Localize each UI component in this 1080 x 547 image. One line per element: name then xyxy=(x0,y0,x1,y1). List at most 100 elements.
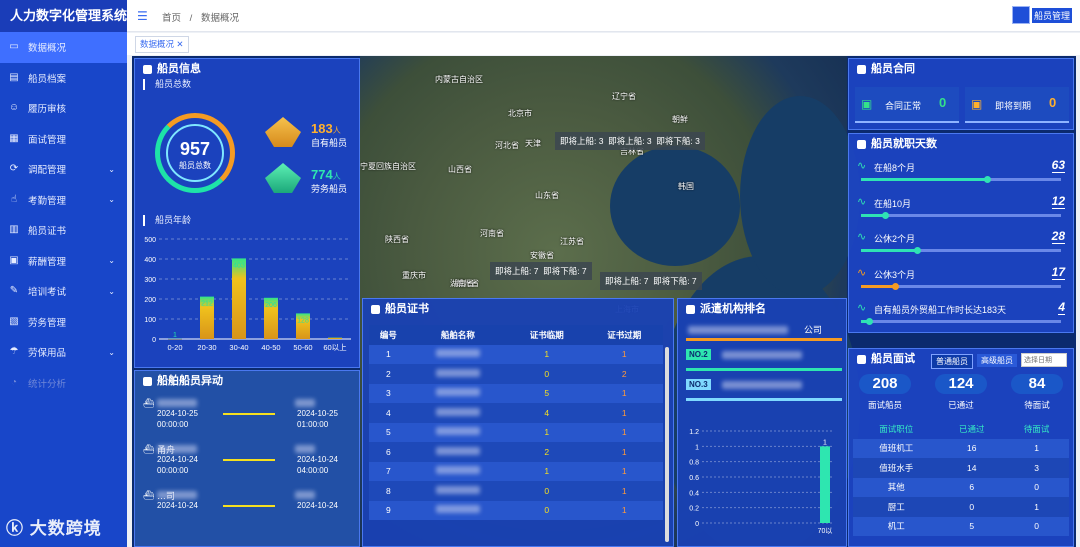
interview-passed: 124 xyxy=(935,374,987,394)
sidebar-item[interactable]: ▦ 面试管理 xyxy=(0,124,127,155)
sidebar-item[interactable]: ▭ 数据概况 xyxy=(0,32,127,63)
gauge-inner: 957 船员总数 xyxy=(166,124,224,182)
map-box-text: 即将上船: 3 xyxy=(560,136,604,146)
x-tick-label: 70以 xyxy=(818,527,833,535)
sidebar-item[interactable]: ☝ 考勤管理 ⌄ xyxy=(0,185,127,216)
y-tick-label: 100 xyxy=(144,317,156,324)
cert-expired-count: 1 xyxy=(621,446,627,457)
y-tick-label: 0 xyxy=(695,521,699,528)
sea-of-japan xyxy=(740,96,860,296)
bar-data-label: 128 xyxy=(297,317,309,324)
cert-no: 3 xyxy=(386,388,391,399)
sidebar-item[interactable]: ▧ 劳务管理 xyxy=(0,307,127,338)
col-header: 船舶名称 xyxy=(407,325,508,345)
map-marker-box-2[interactable]: 即将上船: 7 即将下船: 7 xyxy=(490,262,592,280)
cert-expired-count: 1 xyxy=(621,407,627,418)
right-date: 2024-10-24 xyxy=(297,455,338,464)
ship-icon: ⛴ xyxy=(143,398,155,408)
table-row[interactable]: 厨工 0 1 xyxy=(853,497,1069,517)
avatar[interactable] xyxy=(1011,6,1030,24)
sidebar-item[interactable]: ▣ 薪酬管理 ⌄ xyxy=(0,246,127,277)
tab-data-overview[interactable]: 数据概况 ✕ xyxy=(135,36,189,53)
vessel-change-row[interactable]: …司2024-10-242024-10-24⛴ xyxy=(135,489,359,533)
map-marker-box-3[interactable]: 即将上船: 7 即将下船: 7 xyxy=(600,272,702,290)
map-box-text: 即将上船: 3 xyxy=(608,136,652,146)
map-marker-box-1[interactable]: 即将上船: 3 即将上船: 3 即将下船: 3 xyxy=(555,132,705,150)
right-date: 2024-10-25 xyxy=(297,409,338,418)
sidebar-item[interactable]: ⟳ 调配管理 ⌄ xyxy=(0,154,127,185)
user-name[interactable]: 船员管理 xyxy=(1031,7,1072,23)
slider-fill xyxy=(861,178,987,181)
agency-bar xyxy=(820,446,830,523)
cert-scrollbar[interactable] xyxy=(665,347,669,542)
table-row[interactable]: 4 4 1 xyxy=(369,403,663,423)
sidebar-item-label: 面试管理 xyxy=(28,134,67,146)
tab-bar: 数据概况 ✕ xyxy=(127,33,1080,55)
sidebar-menu: ▭ 数据概况 ▤ 船员档案 ☺ 履历审核 ▦ 面试管理 ⟳ 调配管理 ⌄ ☝ 考勤管理 ⌄ ▥ 船员证书 ▣ 薪酬… xyxy=(0,32,127,398)
contract-expiring-card[interactable]: ▣ 即将到期 0 xyxy=(965,87,1069,123)
senior-crew-button[interactable]: 高级船员 xyxy=(977,354,1017,367)
table-row[interactable]: 7 1 1 xyxy=(369,461,663,481)
pulse-icon: ∿ xyxy=(857,231,867,243)
map-label: 内蒙古自治区 xyxy=(435,75,483,84)
crew-age-subtitle: 船员年龄 xyxy=(143,215,191,226)
transfer-arrow-icon xyxy=(223,459,275,461)
interview-table-body: 值班机工 16 1 值班水手 14 3 其他 6 0 厨工 0 1 机工 5 0 xyxy=(853,438,1069,536)
sidebar-item[interactable]: ▥ 船员证书 xyxy=(0,215,127,246)
cert-expired-count: 2 xyxy=(621,368,627,379)
col-header: 面试职位 xyxy=(879,423,914,434)
menu-toggle-icon[interactable]: ☰ xyxy=(137,9,148,23)
monitor-icon: ▭ xyxy=(9,41,19,53)
normal-crew-button[interactable]: 普通船员 xyxy=(931,354,973,369)
map-label: 河北省 xyxy=(495,141,519,150)
agency-name-blurred xyxy=(688,326,788,334)
slider-knob xyxy=(984,176,991,183)
table-row[interactable]: 值班机工 16 1 xyxy=(853,438,1069,458)
table-row[interactable]: 8 0 1 xyxy=(369,481,663,501)
vessel-change-row[interactable]: 2024-10-25 00:00:00 2024-10-25 01:00:00 ⛴ xyxy=(135,397,359,441)
table-row[interactable]: 机工 5 0 xyxy=(853,516,1069,536)
slider-fill xyxy=(861,284,895,288)
contract-normal-value: 0 xyxy=(939,95,947,110)
table-row[interactable]: 6 2 1 xyxy=(369,442,663,462)
cert-expiring-count: 1 xyxy=(544,466,550,477)
interview-position: 其他 xyxy=(887,482,905,493)
left-time: 00:00:00 xyxy=(157,466,189,475)
panel-icon xyxy=(686,304,695,314)
sidebar-item[interactable]: ☺ 履历审核 xyxy=(0,93,127,124)
agency-row-2-bar xyxy=(686,368,842,371)
sidebar-item[interactable]: ✎ 培训考试 ⌄ xyxy=(0,276,127,307)
fingerprint-icon: ☝ xyxy=(10,193,18,205)
table-row[interactable]: 值班水手 14 3 xyxy=(853,458,1069,478)
interview-pending-count: 0 xyxy=(1034,482,1039,493)
table-row[interactable]: 5 1 1 xyxy=(369,422,663,442)
cert-expiring-count: 0 xyxy=(544,485,550,496)
close-icon[interactable]: ✕ xyxy=(176,39,183,49)
contract-normal-label: 合同正常 xyxy=(885,101,922,111)
interview-table-wrap: 面试职位 已通过 待面试 值班机工 16 1 值班水手 14 3 其他 6 0 厨工 0 1 机工 5 0 xyxy=(853,419,1069,536)
service-days-slider xyxy=(861,318,1061,325)
table-row[interactable]: 9 0 1 xyxy=(369,500,663,520)
vessel-change-row[interactable]: 甬舟2024-10-2400:00:002024-10-2404:00:00⛴ xyxy=(135,443,359,487)
chevron-down-icon: ⌄ xyxy=(108,286,115,296)
pulse-icon: ∿ xyxy=(857,195,867,208)
table-row[interactable]: 其他 6 0 xyxy=(853,477,1069,497)
slider-knob xyxy=(892,282,899,290)
service-days-row: ∿ 公休2个月 28 xyxy=(849,225,1073,261)
sidebar-item[interactable]: ◔ 统计分析 xyxy=(0,368,127,399)
vessel-name-blurred xyxy=(435,388,480,397)
interview-pending-label: 待面试 xyxy=(1024,400,1050,410)
breadcrumb-home[interactable]: 首页 xyxy=(162,13,181,24)
sidebar-item[interactable]: ▤ 船员档案 xyxy=(0,63,127,94)
date-picker-input[interactable] xyxy=(1021,353,1067,367)
interview-passed-count: 16 xyxy=(967,443,977,454)
table-row[interactable]: 3 5 1 xyxy=(369,383,663,403)
table-row[interactable]: 2 0 2 xyxy=(369,364,663,384)
contract-normal-card[interactable]: ▣ 合同正常 0 xyxy=(855,87,959,123)
user-menu[interactable]: 船员管理 xyxy=(1011,6,1072,24)
sidebar-item[interactable]: ☂ 劳保用品 ⌄ xyxy=(0,337,127,368)
table-row[interactable]: 1 1 1 xyxy=(369,344,663,364)
service-days-value: 4 xyxy=(1058,300,1065,315)
panel-icon xyxy=(857,354,866,364)
own-crew-stat: 183人 自有船员 xyxy=(311,121,347,149)
